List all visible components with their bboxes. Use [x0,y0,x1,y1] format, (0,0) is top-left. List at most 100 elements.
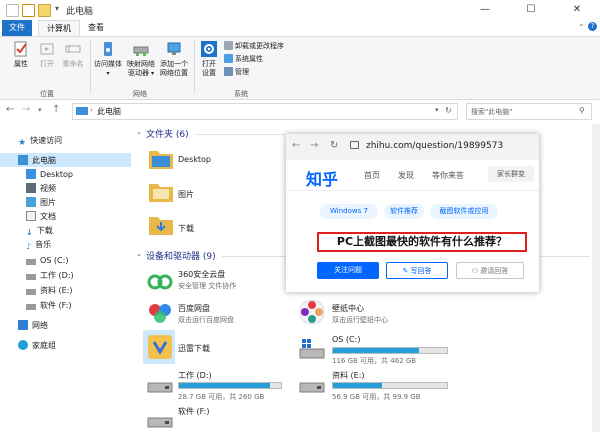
group-location-label: 位置 [40,90,54,98]
browser-url[interactable]: zhihu.com/question/19899573 [366,141,503,151]
follow-question-button[interactable]: 关注问题 [317,262,379,279]
tab-computer[interactable]: 计算机 [38,20,80,37]
device-name[interactable]: 360安全云盘 [178,269,225,280]
breadcrumb-this-pc[interactable]: 此电脑 [97,106,121,117]
music-icon: ♪ [26,242,32,251]
device-name[interactable]: 壁纸中心 [332,303,364,314]
zhihu-nav-discover[interactable]: 发现 [398,170,414,181]
nav-item-homegroup[interactable]: 家庭组 [18,339,56,352]
folder-name[interactable]: 图片 [178,189,194,200]
xunlei-download-icon[interactable] [146,333,174,361]
add-network-location-button[interactable]: 添加一个 网络位置 [158,41,190,78]
tag-screenshot-software[interactable]: 截图软件或应用 [430,204,498,219]
maximize-button[interactable]: ☐ [508,0,554,20]
nav-label: OS (C:) [40,256,69,265]
baidu-netdisk-icon[interactable] [146,300,174,326]
write-answer-button[interactable]: ✎ 写回答 [386,262,448,279]
folder-name[interactable]: Desktop [178,155,211,164]
rename-icon [65,45,81,53]
device-name[interactable]: 迅雷下载 [178,343,210,354]
nav-item-drive-d[interactable]: 工作 (D:) [26,269,74,282]
invite-answer-button[interactable]: ⚇ 邀请回答 [456,262,524,279]
vertical-scrollbar[interactable] [592,124,600,432]
system-properties-button[interactable]: 系统属性 [224,54,263,65]
tag-software-recommend[interactable]: 软件推荐 [384,204,424,219]
folder-icon[interactable] [148,214,174,236]
nav-item-network[interactable]: 网络 [18,319,48,332]
zhihu-nav-home[interactable]: 首页 [364,170,380,181]
help-icon[interactable]: ? [588,22,597,31]
section-divider [222,256,286,257]
nav-item-documents[interactable]: 文档 [26,210,56,223]
device-name[interactable]: 资料 (E:) [332,370,365,381]
open-settings-button[interactable]: 打开 设置 [197,41,221,78]
quick-access-dropdown-icon[interactable]: ▾ [55,4,59,13]
close-button[interactable]: ✕ [554,0,600,20]
refresh-icon[interactable]: ↻ [445,106,452,115]
nav-item-drive-f[interactable]: 软件 (F:) [26,299,71,312]
open-button[interactable]: 打开 [36,41,58,69]
folders-section-title[interactable]: 文件夹 (6) [146,127,189,140]
forward-button[interactable]: → [22,104,30,115]
nav-item-videos[interactable]: 视频 [26,182,56,195]
address-box[interactable]: › 此电脑 ▾ ↻ [72,103,458,120]
device-name[interactable]: OS (C:) [332,335,360,344]
nav-item-this-pc[interactable]: 此电脑 [18,154,56,167]
nav-item-downloads[interactable]: ↓ 下载 [26,224,53,237]
tag-windows7[interactable]: Windows 7 [320,204,378,219]
browser-back-icon[interactable]: ← [292,140,300,151]
cloud-drive-360-icon[interactable] [146,268,174,292]
folders-collapse-icon[interactable]: ⌄ [136,128,142,136]
device-name[interactable]: 工作 (D:) [178,370,212,381]
folder-icon[interactable] [148,148,174,170]
drive-icon[interactable] [298,375,326,395]
folder-name[interactable]: 下载 [178,223,194,234]
uninstall-program-button[interactable]: 卸载或更改程序 [224,41,284,52]
nav-item-music[interactable]: ♪ 音乐 [26,238,51,251]
tab-view[interactable]: 查看 [80,20,112,36]
gear-icon [201,41,217,57]
nav-item-desktop[interactable]: Desktop [26,168,73,181]
nav-label: Desktop [40,170,73,179]
add-location-label-1: 添加一个 [160,60,188,68]
ribbon-collapse-icon[interactable]: ⌃ [578,23,585,32]
drive-icon[interactable] [146,375,174,395]
minimize-button[interactable]: — [462,0,508,20]
devices-collapse-icon[interactable]: ⌄ [136,250,142,258]
manage-button[interactable]: 管理 [224,67,249,78]
quick-access-folder-icon[interactable] [38,4,51,17]
devices-section-title[interactable]: 设备和驱动器 (9) [146,249,216,262]
recent-locations-icon[interactable]: ▾ [38,106,42,114]
map-network-drive-button[interactable]: 映射网络 驱动器 ▾ [125,41,157,78]
folder-icon[interactable] [148,181,174,203]
question-title[interactable]: PC上截图最快的软件有什么推荐？ [317,232,527,252]
nav-item-drive-e[interactable]: 资料 (E:) [26,284,73,297]
quick-access-properties-icon[interactable] [6,4,19,17]
device-name[interactable]: 软件 (F:) [178,406,209,417]
back-button[interactable]: ← [6,104,14,115]
wallpaper-center-icon[interactable] [298,298,326,326]
properties-button[interactable]: 属性 [8,41,34,69]
browser-refresh-icon[interactable]: ↻ [330,140,338,151]
drive-icon[interactable] [146,410,174,430]
zhihu-nav-waiting[interactable]: 等你来答 [432,170,464,181]
up-button[interactable]: ↑ [52,104,60,115]
search-input[interactable]: 搜索"此电脑" ⚲ [466,103,592,120]
windows-drive-icon[interactable] [298,337,326,361]
tab-file[interactable]: 文件 [2,20,32,36]
browser-forward-icon[interactable]: → [310,140,318,151]
nav-label: 文档 [40,212,56,221]
zhihu-logo[interactable]: 知乎 [306,166,338,190]
device-name[interactable]: 百度网盘 [178,303,210,314]
nav-item-pictures[interactable]: 图片 [26,196,56,209]
access-media-button[interactable]: 访问媒体 ▾ [93,41,123,78]
group-network-label: 网络 [133,90,147,98]
address-dropdown-icon[interactable]: ▾ [435,106,439,114]
nav-item-drive-c[interactable]: OS (C:) [26,254,68,267]
rename-button[interactable]: 重命名 [60,41,86,69]
zhihu-right-button[interactable]: 家长群变 [488,166,534,182]
quick-access-checkmark-icon[interactable] [22,4,35,17]
nav-label: 此电脑 [32,156,56,165]
address-bar-row: ← → ▾ ↑ › 此电脑 ▾ ↻ 搜索"此电脑" ⚲ [0,100,600,122]
nav-item-quick-access[interactable]: ★ 快速访问 [18,134,62,148]
